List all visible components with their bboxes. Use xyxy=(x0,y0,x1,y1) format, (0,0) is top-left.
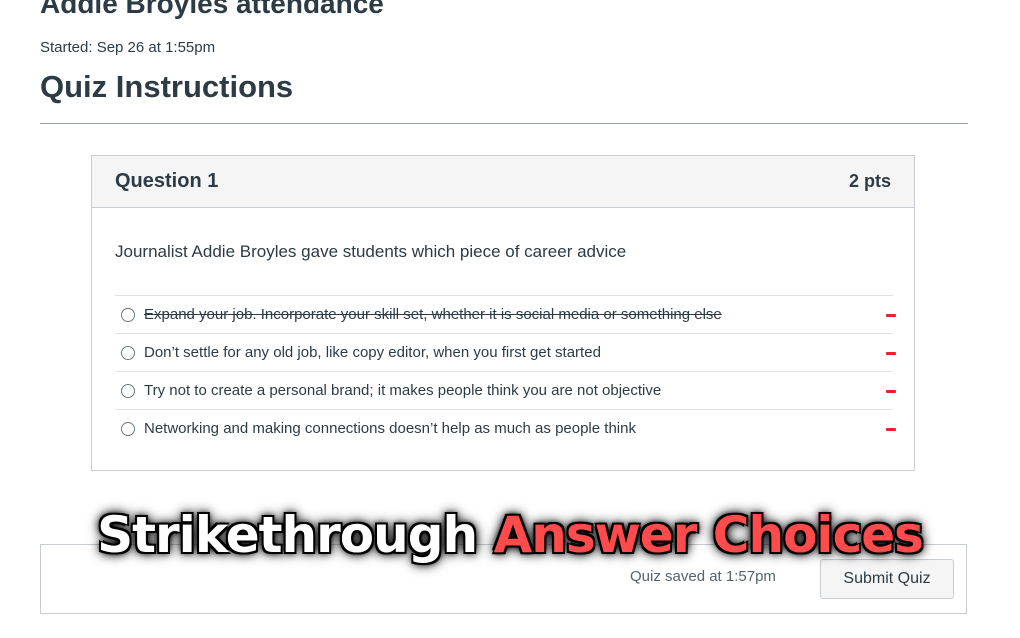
started-timestamp: Started: Sep 26 at 1:55pm xyxy=(40,39,216,56)
answer-label: Networking and making connections doesn’… xyxy=(144,420,636,437)
answer-label: Try not to create a personal brand; it m… xyxy=(144,382,662,399)
strikethrough-minus-icon[interactable] xyxy=(886,313,896,317)
radio-button[interactable] xyxy=(121,307,135,322)
answer-option[interactable]: Don’t settle for any old job, like copy … xyxy=(115,333,896,371)
strikethrough-minus-icon[interactable] xyxy=(886,351,896,355)
answer-option[interactable]: Networking and making connections doesn’… xyxy=(115,409,896,447)
question-header: Question 1 2 pts xyxy=(92,156,914,208)
answer-label: Expand your job. Incorporate your skill … xyxy=(144,306,722,323)
answer-option[interactable]: Expand your job. Incorporate your skill … xyxy=(115,295,896,333)
quiz-instructions-heading: Quiz Instructions xyxy=(40,69,294,104)
submit-quiz-button[interactable]: Submit Quiz xyxy=(820,559,954,599)
question-name: Question 1 xyxy=(115,170,219,192)
quiz-page: Addie Broyles attendance Started: Sep 26… xyxy=(0,0,1020,638)
caption-strikethrough: Strikethrough xyxy=(97,506,478,564)
answer-option[interactable]: Try not to create a personal brand; it m… xyxy=(115,371,896,409)
radio-button[interactable] xyxy=(121,383,135,398)
answer-label: Don’t settle for any old job, like copy … xyxy=(144,344,601,361)
quiz-saved-status: Quiz saved at 1:57pm xyxy=(630,568,776,585)
radio-button[interactable] xyxy=(121,421,135,436)
caption-answer-choices: Answer Choices xyxy=(493,506,924,564)
divider xyxy=(40,123,968,124)
question-points: 2 pts xyxy=(848,171,891,191)
answer-list: Expand your job. Incorporate your skill … xyxy=(115,295,896,447)
question-text: Journalist Addie Broyles gave students w… xyxy=(115,242,627,261)
quiz-title: Addie Broyles attendance xyxy=(40,0,384,19)
overlay-caption: Strikethrough Answer Choices xyxy=(0,506,1020,564)
radio-button[interactable] xyxy=(121,345,135,360)
strikethrough-minus-icon[interactable] xyxy=(886,427,896,431)
strikethrough-minus-icon[interactable] xyxy=(886,389,896,393)
question-card: Question 1 2 pts Journalist Addie Broyle… xyxy=(91,155,915,471)
